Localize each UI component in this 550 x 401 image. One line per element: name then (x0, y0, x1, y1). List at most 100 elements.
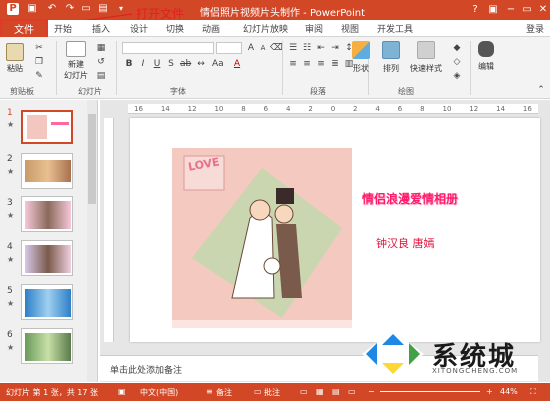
slide-thumbnail-6[interactable] (21, 328, 73, 364)
reading-view-icon[interactable]: ▤ (332, 387, 340, 396)
slide-star: ★ (7, 343, 15, 352)
bullets-icon[interactable]: ☰ (288, 43, 298, 53)
ribbon-display-button[interactable]: ▣ (486, 3, 500, 17)
tab-insert[interactable]: 插入 (92, 22, 110, 35)
font-name-combo[interactable] (122, 42, 214, 54)
slide-star: ★ (7, 211, 15, 220)
shrink-font-icon[interactable]: A (258, 43, 268, 53)
reset-icon[interactable]: ↺ (96, 57, 106, 67)
copy-icon[interactable]: ❐ (34, 57, 44, 67)
thumbnail-art (25, 289, 71, 317)
shapes-button[interactable]: 形状 (352, 41, 370, 74)
slide-number: 4 (7, 242, 13, 252)
quick-styles-label: 快速样式 (410, 64, 442, 73)
language-indicator[interactable]: 中文(中国) (140, 387, 178, 398)
char-spacing-icon[interactable]: ↔ (196, 59, 206, 69)
help-button[interactable]: ? (468, 3, 482, 17)
new-slide-button[interactable]: 新建 幻灯片 (64, 41, 88, 81)
ruler-tick: 4 (285, 105, 291, 113)
tab-design[interactable]: 设计 (130, 22, 148, 35)
save-icon[interactable]: ▣ (26, 3, 38, 15)
slide-number: 6 (7, 330, 13, 340)
close-button[interactable]: ✕ (536, 3, 550, 17)
arrange-label: 排列 (383, 64, 399, 73)
zoom-out-icon[interactable]: − (368, 387, 375, 396)
justify-icon[interactable]: ≣ (330, 59, 340, 69)
editing-button[interactable]: 编辑 (478, 41, 494, 72)
cut-icon[interactable]: ✂ (34, 43, 44, 53)
tab-review[interactable]: 审阅 (305, 22, 323, 35)
thumbnail-art (27, 115, 47, 139)
decrease-indent-icon[interactable]: ⇤ (316, 43, 326, 53)
restore-button[interactable]: ▭ (520, 3, 534, 17)
group-clipboard: 剪贴板 (10, 87, 34, 96)
spellcheck-icon[interactable]: ▣ (118, 387, 126, 396)
thumbnail-art (25, 333, 71, 361)
ruler-tick: 8 (241, 105, 246, 113)
slides-scrollbar[interactable] (87, 100, 97, 382)
collapse-ribbon-icon[interactable]: ⌃ (536, 85, 546, 95)
slide-thumbnail-4[interactable] (21, 240, 73, 276)
clear-format-icon[interactable]: ⌫ (270, 43, 283, 53)
tab-developer[interactable]: 开发工具 (377, 22, 413, 35)
status-bar: 幻灯片 第 1 张，共 17 张 ▣ 中文(中国) ≡ 备注 ▭ 批注 ▭ ▦ … (0, 383, 550, 401)
zoom-level[interactable]: 44% (500, 387, 518, 396)
increase-indent-icon[interactable]: ⇥ (330, 43, 340, 53)
slide-canvas[interactable]: LOVE (130, 118, 540, 342)
normal-view-icon[interactable]: ▭ (300, 387, 308, 396)
tab-animations[interactable]: 动画 (202, 22, 220, 35)
numbering-icon[interactable]: ☷ (302, 43, 312, 53)
arrange-button[interactable]: 排列 (382, 41, 400, 74)
login-link[interactable]: 登录 (526, 22, 544, 35)
strikethrough-icon[interactable]: ab (180, 59, 191, 69)
scrollbar-thumb[interactable] (88, 114, 96, 204)
comments-toggle[interactable]: 批注 (264, 387, 280, 398)
slide-thumbnail-3[interactable] (21, 196, 73, 232)
font-size-combo[interactable] (216, 42, 242, 54)
change-case-icon[interactable]: Aa (212, 59, 224, 69)
italic-icon[interactable]: I (138, 59, 148, 69)
notes-toggle[interactable]: 备注 (216, 387, 232, 398)
paste-button[interactable]: 粘贴 (6, 43, 24, 74)
bold-icon[interactable]: B (124, 59, 134, 69)
slide-title[interactable]: 情侣浪漫爱情相册 (362, 190, 458, 207)
new-slide-label-2: 幻灯片 (64, 71, 88, 80)
slide-author[interactable]: 钟汉良 唐嫣 (376, 235, 435, 251)
fit-slide-icon[interactable]: ⛶ (530, 387, 536, 397)
tab-file[interactable]: 文件 (0, 19, 48, 39)
quick-styles-button[interactable]: 快速样式 (410, 41, 442, 74)
tab-slideshow[interactable]: 幻灯片放映 (243, 22, 288, 35)
slide-thumbnail-5[interactable] (21, 284, 73, 320)
slide-thumbnail-1[interactable] (21, 110, 73, 144)
font-color-icon[interactable]: A (232, 59, 242, 69)
shape-outline-icon[interactable]: ◇ (452, 57, 462, 67)
slide-star: ★ (7, 120, 15, 129)
slide-thumbnail-2[interactable] (21, 153, 73, 189)
slide-sorter-icon[interactable]: ▦ (316, 387, 324, 396)
shape-effects-icon[interactable]: ◈ (452, 71, 462, 81)
tab-view[interactable]: 视图 (341, 22, 359, 35)
underline-icon[interactable]: U (152, 59, 162, 69)
layout-icon[interactable]: ▦ (96, 43, 106, 53)
grow-font-icon[interactable]: A (246, 43, 256, 53)
notes-icon[interactable]: ≡ (206, 387, 213, 396)
align-left-icon[interactable]: ≡ (288, 59, 298, 69)
minimize-button[interactable]: − (504, 3, 518, 17)
binoculars-icon (478, 41, 494, 57)
shape-fill-icon[interactable]: ◆ (452, 43, 462, 53)
slide-info: 幻灯片 第 1 张，共 17 张 (6, 388, 98, 397)
shadow-icon[interactable]: S (166, 59, 176, 69)
align-right-icon[interactable]: ≡ (316, 59, 326, 69)
comments-icon[interactable]: ▭ (254, 387, 262, 396)
slideshow-view-icon[interactable]: ▭ (348, 387, 356, 396)
tab-home[interactable]: 开始 (54, 22, 72, 35)
align-center-icon[interactable]: ≡ (302, 59, 312, 69)
zoom-in-icon[interactable]: + (486, 387, 493, 396)
watermark-logo-icon (362, 330, 424, 378)
tab-transitions[interactable]: 切换 (166, 22, 184, 35)
ruler-tick: 14 (496, 105, 506, 113)
format-painter-icon[interactable]: ✎ (34, 71, 44, 81)
section-icon[interactable]: ▤ (96, 71, 106, 81)
zoom-slider[interactable] (380, 391, 480, 392)
thumbnail-title (51, 122, 69, 125)
